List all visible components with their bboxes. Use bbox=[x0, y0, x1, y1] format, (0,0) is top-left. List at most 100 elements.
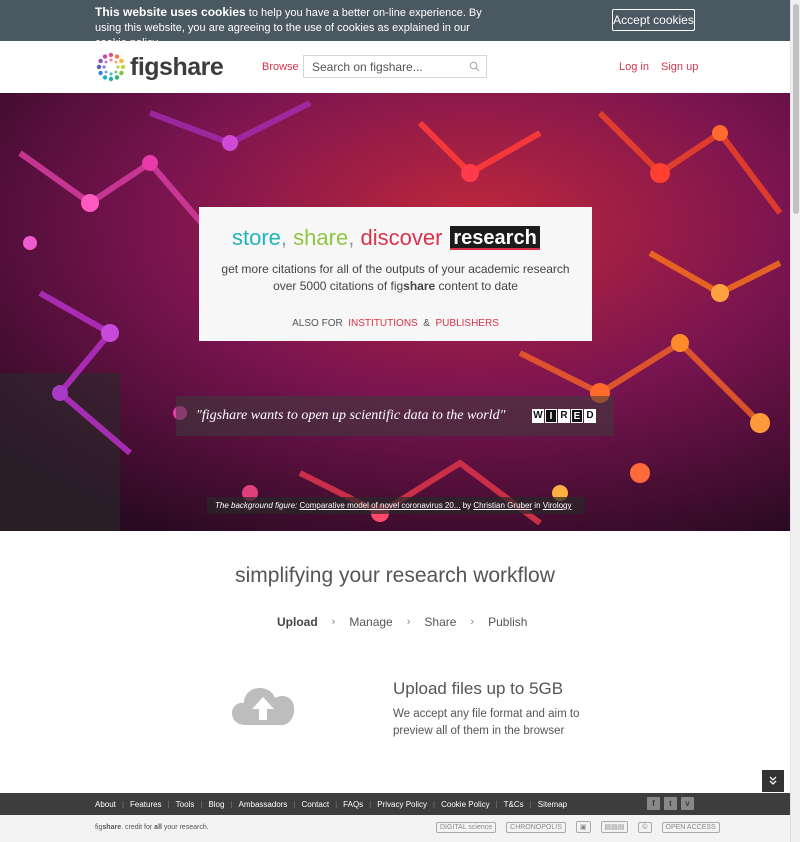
partner-logo-bars[interactable]: ▤▤▤ bbox=[600, 821, 629, 833]
footer-separator: | bbox=[433, 799, 436, 809]
footer-link-faqs[interactable]: FAQs bbox=[343, 800, 363, 809]
caption-author-link[interactable]: Christian Gruber bbox=[473, 501, 532, 510]
copyright-logo[interactable]: © bbox=[638, 821, 652, 833]
chevron-right-icon: › bbox=[331, 616, 336, 628]
tagline-share: share bbox=[293, 225, 349, 250]
footer-link-about[interactable]: About bbox=[95, 800, 116, 809]
partner-logos: DIGITAL science CHRONOPOLIS ▣ ▤▤▤ © OPEN… bbox=[436, 821, 720, 833]
footer-link-features[interactable]: Features bbox=[130, 800, 162, 809]
cookie-banner: This website uses cookies to help you ha… bbox=[0, 0, 790, 49]
press-quote-text: "figshare wants to open up scientific da… bbox=[196, 408, 506, 423]
footer-separator: | bbox=[200, 799, 203, 809]
press-quote: "figshare wants to open up scientific da… bbox=[176, 396, 614, 436]
tagline-store: store bbox=[232, 225, 281, 250]
wired-letter: I bbox=[545, 409, 557, 423]
digital-science-logo[interactable]: DIGITAL science bbox=[436, 821, 497, 833]
vimeo-icon[interactable]: v bbox=[681, 797, 694, 810]
citations-pre: over 5000 citations of fig bbox=[273, 279, 404, 293]
feature-title: Upload files up to 5GB bbox=[393, 679, 564, 698]
footer-separator: | bbox=[495, 799, 498, 809]
citations-bold: share bbox=[403, 279, 436, 293]
hero-subtitle: get more citations for all of the output… bbox=[221, 262, 570, 276]
footer-separator: | bbox=[369, 799, 372, 809]
tagline-comma: , bbox=[280, 225, 288, 250]
login-link[interactable]: Log in bbox=[619, 61, 649, 73]
also-for: ALSO FOR INSTITUTIONS & PUBLISHERS bbox=[199, 318, 592, 329]
step-manage[interactable]: Manage bbox=[349, 615, 392, 629]
institutions-link[interactable]: INSTITUTIONS bbox=[348, 318, 417, 329]
footer-separator: | bbox=[167, 799, 170, 809]
footer-separator: | bbox=[293, 799, 296, 809]
hero-citations: over 5000 citations of figshare content … bbox=[199, 279, 592, 293]
workflow-steps: Upload › Manage › Share › Publish bbox=[277, 615, 527, 629]
footer-links: About | Features | Tools | Blog | Ambassador… bbox=[95, 793, 567, 815]
credit-mid: . credit for bbox=[121, 824, 155, 831]
figshare-logo-text: figshare bbox=[130, 52, 224, 81]
credit-post: your research. bbox=[161, 824, 209, 831]
tagline-comma: , bbox=[348, 225, 355, 250]
also-for-label: ALSO FOR bbox=[292, 318, 343, 329]
feature-description: We accept any file format and aim to pre… bbox=[393, 708, 580, 737]
background-figure-caption: The background figure: Comparative model… bbox=[207, 497, 585, 514]
footer-link-terms[interactable]: T&Cs bbox=[504, 800, 524, 809]
caption-label: The background figure: bbox=[215, 501, 298, 510]
wired-letter: R bbox=[558, 409, 570, 423]
step-share[interactable]: Share bbox=[424, 615, 456, 629]
search-box[interactable] bbox=[303, 55, 487, 78]
wired-logo: W I R E D bbox=[532, 409, 596, 423]
open-access-logo[interactable]: OPEN ACCESS bbox=[661, 821, 720, 833]
step-upload[interactable]: Upload bbox=[277, 615, 318, 629]
footer-link-ambassadors[interactable]: Ambassadors bbox=[239, 800, 288, 809]
figshare-logo[interactable]: figshare bbox=[95, 51, 224, 83]
footer-link-blog[interactable]: Blog bbox=[208, 800, 224, 809]
footer-link-cookie[interactable]: Cookie Policy bbox=[441, 800, 489, 809]
signup-link[interactable]: Sign up bbox=[661, 61, 698, 73]
page-scrollbar[interactable] bbox=[790, 0, 800, 842]
caption-by: by bbox=[460, 501, 474, 510]
search-input[interactable] bbox=[304, 56, 454, 77]
tagline-discover: discover bbox=[360, 225, 443, 250]
hero-tagline: store, share, discover research bbox=[232, 225, 540, 251]
footer-bottom: figshare. credit for all your research. … bbox=[0, 815, 790, 842]
nav-browse-link[interactable]: Browse bbox=[262, 61, 299, 73]
footer-separator: | bbox=[529, 799, 532, 809]
cookie-message-title: This website uses cookies bbox=[95, 5, 246, 19]
caption-in: in bbox=[532, 501, 543, 510]
accept-cookies-button[interactable]: Accept cookies bbox=[612, 9, 695, 31]
scrollbar-thumb[interactable] bbox=[793, 4, 799, 214]
footer-link-privacy[interactable]: Privacy Policy bbox=[377, 800, 427, 809]
hero-section: store, share, discover research get more … bbox=[0, 93, 790, 531]
wired-letter: W bbox=[532, 409, 544, 423]
workflow-heading: simplifying your research workflow bbox=[235, 564, 555, 587]
caption-figure-link[interactable]: Comparative model of novel coronavirus 2… bbox=[300, 501, 461, 510]
citations-post: content to date bbox=[435, 279, 518, 293]
footer-nav: About | Features | Tools | Blog | Ambassador… bbox=[0, 793, 790, 815]
footer-credit: figshare. credit for all your research. bbox=[95, 824, 209, 831]
search-icon[interactable] bbox=[469, 61, 480, 72]
hero-card: store, share, discover research get more … bbox=[199, 207, 592, 341]
tagline-research: research bbox=[450, 226, 540, 250]
cloud-upload-icon bbox=[232, 688, 295, 725]
credit-bold: share bbox=[102, 824, 122, 831]
chevron-right-icon: › bbox=[406, 616, 411, 628]
chevron-double-down-glyph bbox=[769, 776, 777, 785]
chevron-right-icon: › bbox=[470, 616, 475, 628]
footer-link-tools[interactable]: Tools bbox=[176, 800, 195, 809]
chevron-double-down-icon[interactable] bbox=[762, 770, 784, 792]
site-header: figshare Browse Log in Sign up bbox=[0, 41, 790, 93]
publishers-link[interactable]: PUBLISHERS bbox=[436, 318, 499, 329]
twitter-icon[interactable]: t bbox=[664, 797, 677, 810]
facebook-icon[interactable]: f bbox=[647, 797, 660, 810]
footer-separator: | bbox=[121, 799, 124, 809]
footer-separator: | bbox=[230, 799, 233, 809]
credit-all: all bbox=[154, 824, 162, 831]
footer-link-sitemap[interactable]: Sitemap bbox=[538, 800, 567, 809]
footer-link-contact[interactable]: Contact bbox=[302, 800, 330, 809]
chronopolis-logo[interactable]: CHRONOPOLIS bbox=[506, 821, 566, 833]
partner-logo-square[interactable]: ▣ bbox=[575, 821, 591, 833]
figshare-logo-icon bbox=[96, 52, 126, 82]
social-links: f t v bbox=[647, 797, 694, 810]
caption-category-link[interactable]: Virology bbox=[543, 501, 572, 510]
step-publish[interactable]: Publish bbox=[488, 615, 527, 629]
wired-letter: D bbox=[584, 409, 596, 423]
